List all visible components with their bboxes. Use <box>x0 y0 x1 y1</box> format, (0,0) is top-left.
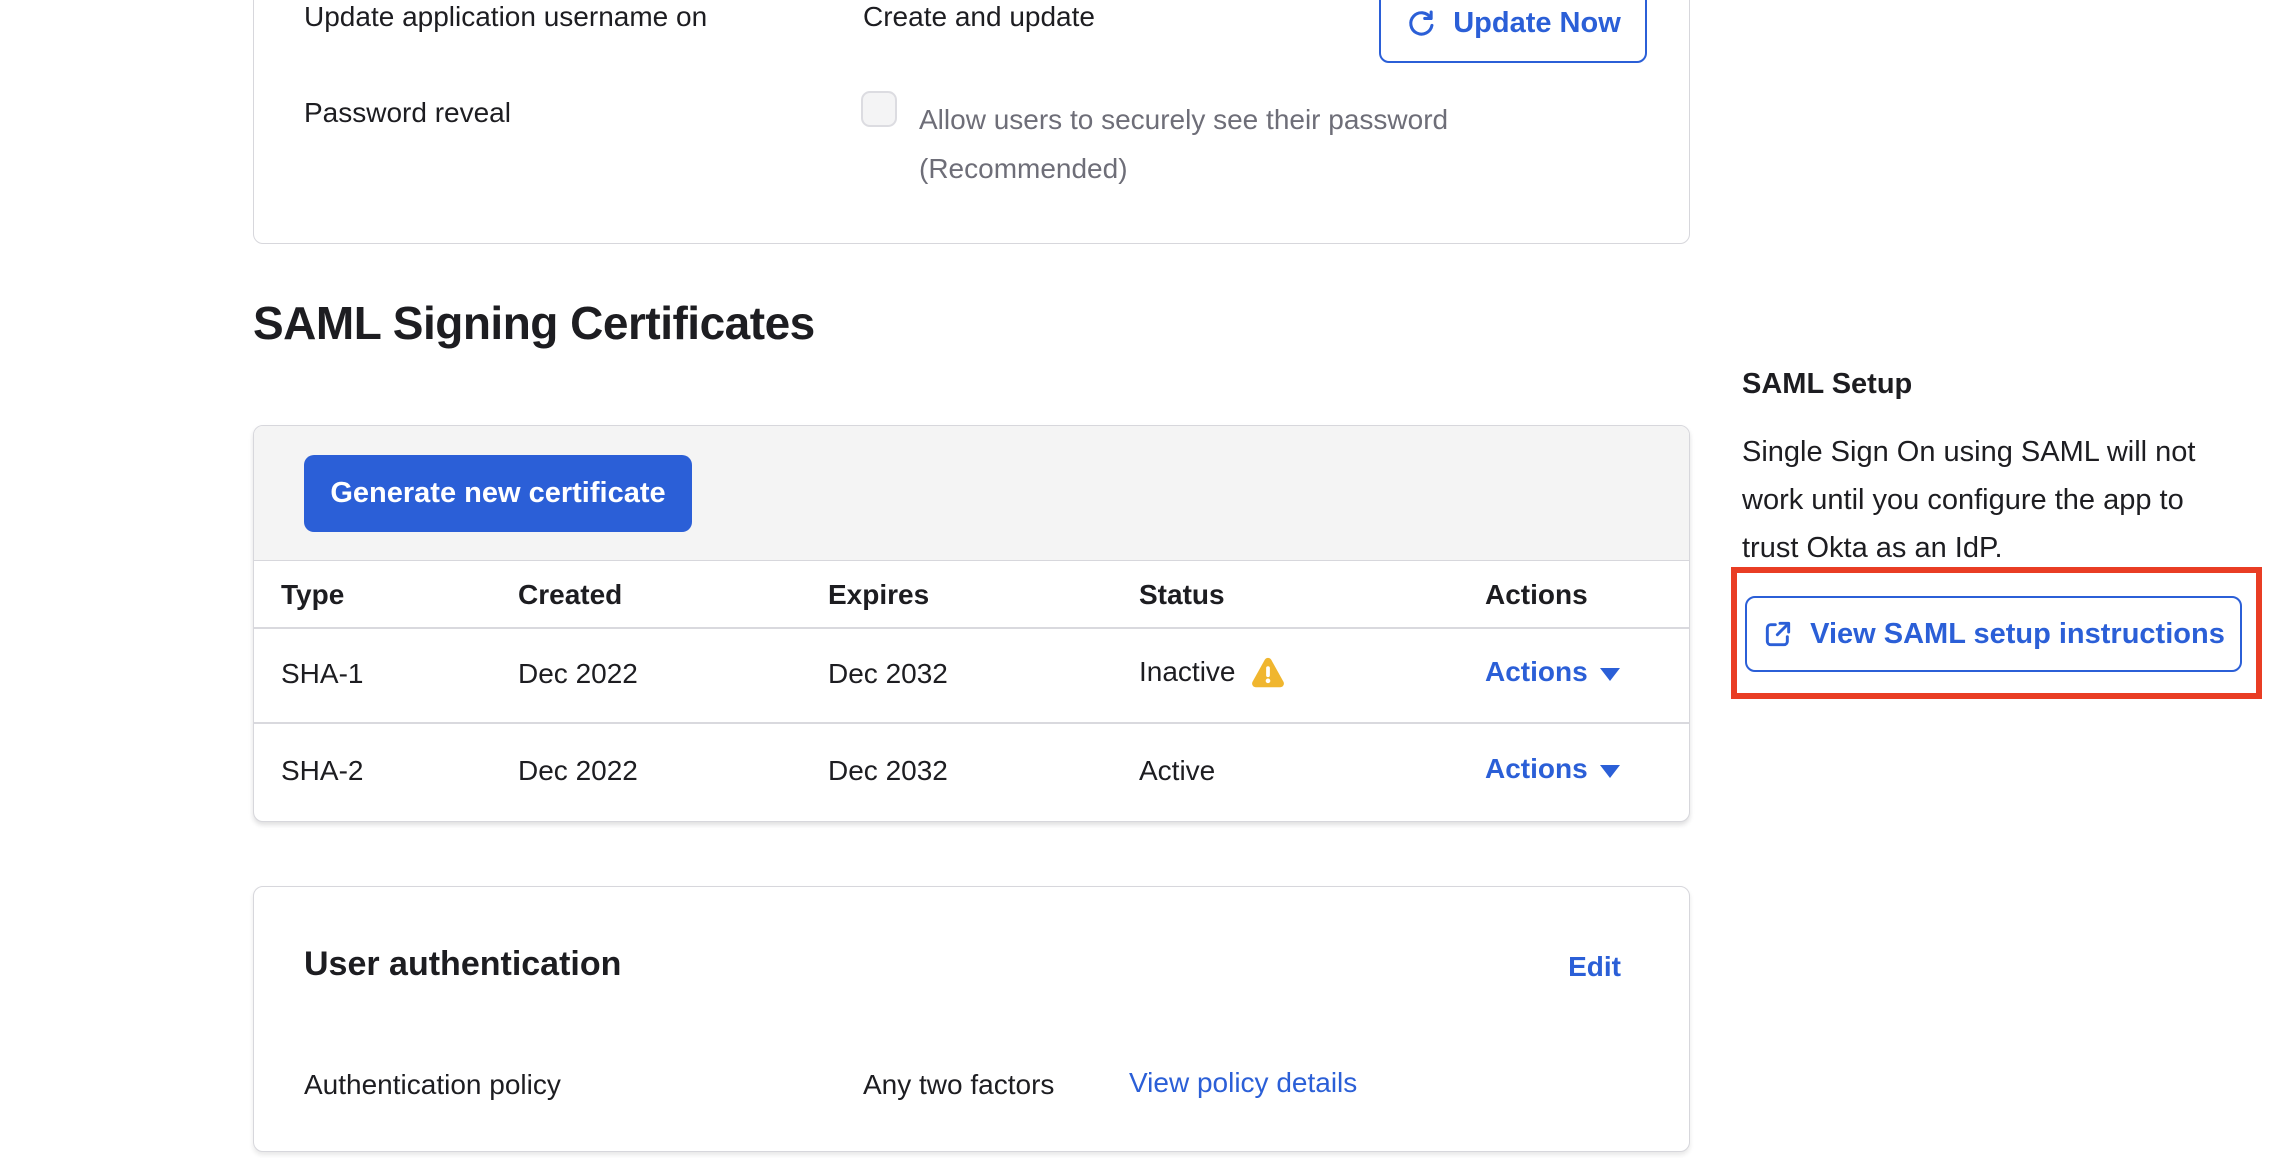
username-update-label: Update application username on <box>304 1 707 33</box>
status-text: Inactive <box>1139 656 1236 688</box>
saml-setup-heading: SAML Setup <box>1742 368 1912 401</box>
annotation-highlight-box: View SAML setup instructions <box>1731 567 2262 699</box>
app-settings-card: Update application username on Create an… <box>253 0 1690 244</box>
col-header-type: Type <box>281 579 344 611</box>
cert-row-1-actions-button[interactable]: Actions <box>1485 656 1620 688</box>
generate-certificate-button[interactable]: Generate new certificate <box>304 455 692 532</box>
user-authentication-card: User authentication Edit Authentication … <box>253 886 1690 1152</box>
view-saml-instructions-button[interactable]: View SAML setup instructions <box>1745 596 2242 672</box>
authentication-policy-value: Any two factors <box>863 1069 1054 1101</box>
edit-link[interactable]: Edit <box>1568 951 1621 983</box>
cert-row-2-created: Dec 2022 <box>518 755 638 787</box>
table-divider <box>254 627 1689 629</box>
password-reveal-checkbox[interactable] <box>861 91 897 127</box>
update-now-label: Update Now <box>1453 7 1621 40</box>
password-reveal-checkbox-label: Allow users to securely see their passwo… <box>919 95 1519 193</box>
refresh-icon <box>1405 7 1437 39</box>
actions-label: Actions <box>1485 753 1588 785</box>
view-policy-details-link[interactable]: View policy details <box>1129 1067 1357 1099</box>
col-header-actions: Actions <box>1485 579 1588 611</box>
cert-row-1-status: Inactive <box>1139 654 1286 690</box>
cert-row-1-created: Dec 2022 <box>518 658 638 690</box>
saml-certificates-card: Generate new certificate Type Created Ex… <box>253 425 1690 822</box>
cert-row-2-actions-button[interactable]: Actions <box>1485 753 1620 785</box>
password-reveal-label: Password reveal <box>304 97 511 129</box>
caret-down-icon <box>1600 668 1620 681</box>
col-header-expires: Expires <box>828 579 929 611</box>
username-update-value: Create and update <box>863 1 1095 33</box>
authentication-policy-label: Authentication policy <box>304 1069 561 1101</box>
cert-row-1-type: SHA-1 <box>281 658 363 690</box>
cert-row-2-status: Active <box>1139 755 1215 787</box>
table-divider <box>254 722 1689 724</box>
warning-icon <box>1250 654 1286 690</box>
generate-certificate-label: Generate new certificate <box>330 477 665 510</box>
actions-label: Actions <box>1485 656 1588 688</box>
user-authentication-heading: User authentication <box>304 945 621 984</box>
col-header-created: Created <box>518 579 622 611</box>
cert-row-2-type: SHA-2 <box>281 755 363 787</box>
saml-setup-description: Single Sign On using SAML will not work … <box>1742 428 2247 572</box>
cert-row-2-expires: Dec 2032 <box>828 755 948 787</box>
page-title: SAML Signing Certificates <box>253 296 815 350</box>
view-saml-instructions-label: View SAML setup instructions <box>1810 618 2225 651</box>
external-link-icon <box>1762 618 1794 650</box>
caret-down-icon <box>1600 765 1620 778</box>
okta-app-settings-page: Update application username on Create an… <box>0 0 2279 1158</box>
update-now-button[interactable]: Update Now <box>1379 0 1647 63</box>
col-header-status: Status <box>1139 579 1225 611</box>
cert-row-1-expires: Dec 2032 <box>828 658 948 690</box>
